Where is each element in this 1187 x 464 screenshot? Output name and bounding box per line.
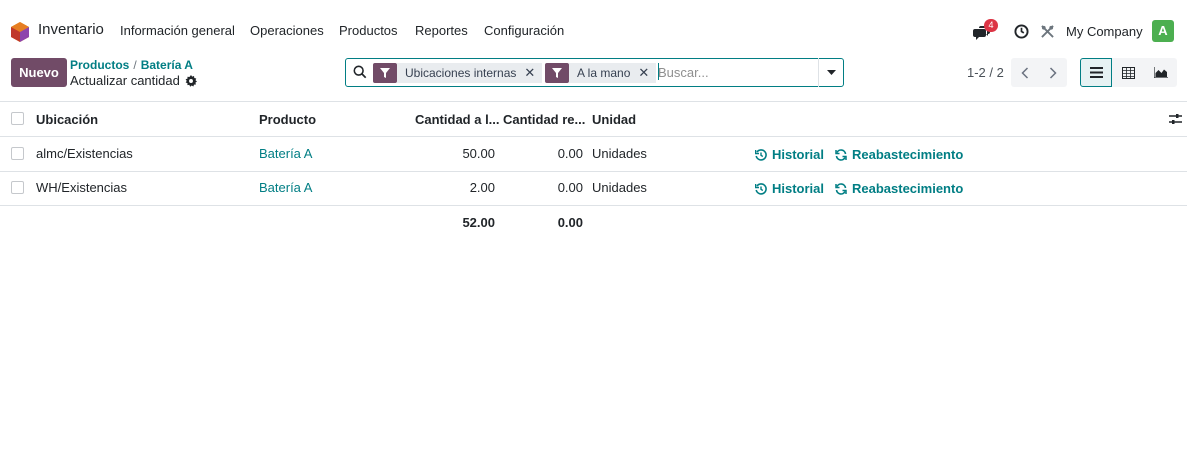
menu-informacion-general[interactable]: Información general bbox=[120, 23, 235, 38]
replenish-label: Reabastecimiento bbox=[852, 181, 964, 196]
search-input[interactable] bbox=[658, 62, 808, 82]
cell-location: WH/Existencias bbox=[36, 180, 128, 195]
caret-down-icon bbox=[827, 69, 836, 75]
select-all-checkbox[interactable] bbox=[11, 112, 24, 125]
history-label: Historial bbox=[772, 181, 825, 196]
total-on-hand: 52.00 bbox=[462, 215, 495, 230]
search-facet-a-la-mano: A la mano ✕ bbox=[545, 63, 657, 83]
history-button[interactable]: Historial bbox=[755, 147, 824, 162]
total-reserved: 0.00 bbox=[557, 215, 583, 230]
row-checkbox[interactable] bbox=[11, 181, 24, 194]
search-options-toggle[interactable] bbox=[818, 58, 844, 87]
breadcrumb-bateria-a[interactable]: Batería A bbox=[141, 58, 193, 72]
graph-view-button[interactable] bbox=[1144, 58, 1177, 87]
replenish-button[interactable]: Reabastecimiento bbox=[835, 181, 963, 196]
cell-product[interactable]: Batería A bbox=[259, 180, 312, 195]
refresh-icon bbox=[835, 148, 847, 161]
chevron-left-icon bbox=[1021, 66, 1029, 79]
facet-remove-icon[interactable]: ✕ bbox=[636, 63, 657, 83]
replenish-label: Reabastecimiento bbox=[852, 147, 964, 162]
replenish-button[interactable]: Reabastecimiento bbox=[835, 147, 963, 162]
pager-value[interactable]: 1-2 / 2 bbox=[967, 65, 1004, 80]
refresh-icon bbox=[835, 182, 847, 195]
search-facet-ubicaciones-internas: Ubicaciones internas ✕ bbox=[373, 63, 543, 83]
cell-reserved: 0.00 bbox=[557, 146, 583, 161]
app-name[interactable]: Inventario bbox=[38, 21, 104, 38]
pivot-view-button[interactable] bbox=[1112, 58, 1144, 87]
cell-product[interactable]: Batería A bbox=[259, 146, 312, 161]
history-icon bbox=[755, 148, 767, 161]
cell-on-hand: 2.00 bbox=[469, 180, 495, 195]
new-button[interactable]: Nuevo bbox=[11, 58, 67, 87]
gear-icon[interactable] bbox=[185, 74, 197, 87]
history-button[interactable]: Historial bbox=[755, 181, 824, 196]
header-divider bbox=[0, 136, 1187, 137]
history-label: Historial bbox=[772, 147, 825, 162]
row-divider bbox=[0, 205, 1187, 206]
pager-previous-button[interactable] bbox=[1011, 58, 1039, 87]
column-settings-icon[interactable] bbox=[1169, 113, 1182, 125]
page-subtitle: Actualizar cantidad bbox=[70, 73, 197, 88]
filter-icon bbox=[373, 63, 397, 83]
area-chart-icon bbox=[1153, 67, 1168, 78]
row-checkbox[interactable] bbox=[11, 147, 24, 160]
row-divider bbox=[0, 171, 1187, 172]
cell-unit: Unidades bbox=[592, 146, 647, 161]
cell-location: almc/Existencias bbox=[36, 146, 133, 161]
column-unidad[interactable]: Unidad bbox=[592, 112, 636, 127]
pager-next-button[interactable] bbox=[1039, 58, 1067, 87]
chevron-right-icon bbox=[1049, 66, 1057, 79]
menu-operaciones[interactable]: Operaciones bbox=[250, 23, 324, 38]
filter-icon bbox=[545, 63, 569, 83]
text-cursor bbox=[658, 63, 659, 80]
breadcrumb-separator: / bbox=[133, 58, 137, 72]
chat-badge: 4 bbox=[984, 19, 998, 32]
cell-unit: Unidades bbox=[592, 180, 647, 195]
messaging-button[interactable]: 4 bbox=[973, 19, 998, 42]
column-ubicacion[interactable]: Ubicación bbox=[36, 112, 98, 127]
menu-productos[interactable]: Productos bbox=[339, 23, 398, 38]
facet-label: A la mano bbox=[569, 63, 637, 83]
history-icon bbox=[755, 182, 767, 195]
search-icon[interactable] bbox=[353, 65, 367, 79]
breadcrumb: Productos / Batería A bbox=[70, 58, 193, 72]
activity-clock-icon[interactable] bbox=[1014, 24, 1029, 39]
cell-reserved: 0.00 bbox=[557, 180, 583, 195]
page-title: Actualizar cantidad bbox=[70, 73, 180, 88]
menu-reportes[interactable]: Reportes bbox=[415, 23, 468, 38]
column-cantidad-reservada[interactable]: Cantidad re... bbox=[503, 112, 585, 127]
debug-tools-icon[interactable] bbox=[1041, 25, 1054, 38]
breadcrumb-productos[interactable]: Productos bbox=[70, 58, 129, 72]
menu-configuracion[interactable]: Configuración bbox=[484, 23, 564, 38]
facet-label: Ubicaciones internas bbox=[397, 63, 523, 83]
pivot-table-icon bbox=[1121, 66, 1135, 79]
inventory-app-icon[interactable] bbox=[11, 22, 29, 42]
list-view-icon bbox=[1089, 67, 1103, 78]
column-cantidad-a-la-mano[interactable]: Cantidad a l... bbox=[415, 112, 500, 127]
list-view-button[interactable] bbox=[1080, 58, 1112, 87]
company-switcher[interactable]: My Company bbox=[1066, 24, 1143, 39]
facet-remove-icon[interactable]: ✕ bbox=[522, 63, 543, 83]
cell-on-hand: 50.00 bbox=[462, 146, 495, 161]
table-top-border bbox=[0, 101, 1187, 102]
top-navbar: Inventario Información general Operacion… bbox=[0, 9, 1187, 55]
column-producto[interactable]: Producto bbox=[259, 112, 316, 127]
user-avatar[interactable]: A bbox=[1152, 20, 1174, 42]
